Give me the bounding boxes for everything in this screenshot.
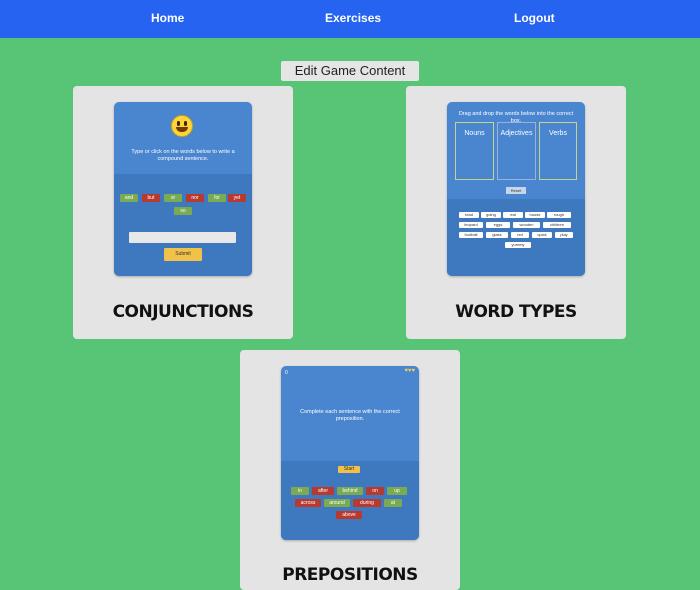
word-chip[interactable]: above xyxy=(336,511,362,519)
word-chip[interactable]: yet xyxy=(228,194,246,202)
word-chip[interactable]: rough xyxy=(547,212,571,218)
conjunctions-title: CONJUNCTIONS xyxy=(112,302,254,322)
word-chip[interactable]: nor xyxy=(186,194,204,202)
word-chip[interactable]: wooden xyxy=(513,222,540,228)
word-chip[interactable]: children xyxy=(543,222,571,228)
word-chip[interactable]: read xyxy=(459,212,479,218)
nav-exercises-link[interactable]: Exercises xyxy=(325,11,381,25)
word-chip[interactable]: red xyxy=(511,232,529,238)
word-chip[interactable]: behind xyxy=(337,487,363,495)
prepositions-instructions: Complete each sentence with the correct … xyxy=(300,409,400,422)
navbar: Home Exercises Logout xyxy=(0,0,700,38)
word-types-preview: Drag and drop the words below into the c… xyxy=(447,102,585,276)
conjunctions-card[interactable]: Type or click on the words below to writ… xyxy=(73,86,293,339)
prepositions-card[interactable]: 0 ♥♥♥ Complete each sentence with the co… xyxy=(240,350,460,590)
hearts-icon: ♥♥♥ xyxy=(404,368,415,374)
word-chip[interactable]: glass xyxy=(486,232,508,238)
word-chip[interactable]: going xyxy=(481,212,501,218)
conjunctions-preview: Type or click on the words below to writ… xyxy=(114,102,252,276)
word-chip[interactable]: football xyxy=(459,232,483,238)
prepositions-preview: 0 ♥♥♥ Complete each sentence with the co… xyxy=(281,366,419,540)
word-chip[interactable]: so xyxy=(174,207,192,215)
word-chip[interactable]: across xyxy=(295,499,321,507)
edit-game-content-button[interactable]: Edit Game Content xyxy=(281,61,419,81)
score-display: 0 xyxy=(285,370,288,376)
word-chip[interactable]: quick xyxy=(532,232,552,238)
word-chip[interactable]: leopard xyxy=(459,222,483,228)
word-types-title: WORD TYPES xyxy=(455,302,577,322)
word-chip[interactable]: and xyxy=(120,194,138,202)
smiley-icon xyxy=(171,115,193,137)
word-chip[interactable]: eat xyxy=(503,212,523,218)
word-chip[interactable]: in xyxy=(291,487,309,495)
conjunctions-instructions: Type or click on the words below to writ… xyxy=(131,149,235,162)
nouns-box[interactable]: Nouns xyxy=(455,122,494,180)
nav-home-link[interactable]: Home xyxy=(151,11,184,25)
word-chip[interactable]: or xyxy=(164,194,182,202)
word-chip[interactable]: up xyxy=(387,487,407,495)
word-chip[interactable]: after xyxy=(312,487,334,495)
word-types-card[interactable]: Drag and drop the words below into the c… xyxy=(406,86,626,339)
word-chip[interactable]: around xyxy=(324,499,350,507)
word-chip[interactable]: house xyxy=(525,212,545,218)
word-chip[interactable]: for xyxy=(208,194,226,202)
word-chip[interactable]: yummy xyxy=(505,242,531,248)
nav-logout-link[interactable]: Logout xyxy=(514,11,555,25)
sentence-input[interactable] xyxy=(129,232,236,243)
word-chip[interactable]: at xyxy=(384,499,402,507)
adjectives-box[interactable]: Adjectives xyxy=(497,122,536,180)
prepositions-title: PREPOSITIONS xyxy=(282,565,418,585)
submit-button[interactable]: Submit xyxy=(164,248,202,261)
start-button[interactable]: Start xyxy=(338,466,360,473)
word-chip[interactable]: but xyxy=(142,194,160,202)
reset-button[interactable]: Reset xyxy=(506,187,526,194)
word-chip[interactable]: on xyxy=(366,487,384,495)
word-chip[interactable]: play xyxy=(555,232,573,238)
verbs-box[interactable]: Verbs xyxy=(539,122,577,180)
word-chip[interactable]: during xyxy=(353,499,381,507)
word-chip[interactable]: eggs xyxy=(486,222,510,228)
